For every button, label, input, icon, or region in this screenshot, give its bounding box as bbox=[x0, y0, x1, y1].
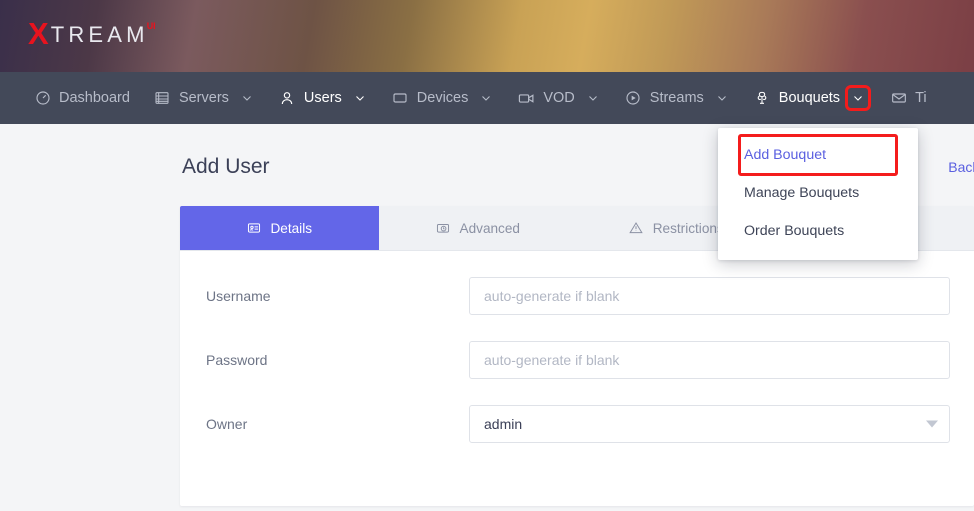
password-input[interactable] bbox=[469, 341, 950, 379]
bouquets-dropdown-menu: Add Bouquet Manage Bouquets Order Bouque… bbox=[718, 128, 918, 260]
tab-advanced[interactable]: Advanced bbox=[378, 206, 577, 250]
form-row-username: Username bbox=[204, 277, 950, 315]
chevron-down-icon-bouquets[interactable] bbox=[845, 85, 872, 111]
field-password bbox=[469, 341, 950, 379]
page-title: Add User bbox=[182, 155, 270, 178]
menu-item-manage-bouquets[interactable]: Manage Bouquets bbox=[718, 174, 918, 212]
form-row-password: Password bbox=[204, 341, 950, 379]
xtream-logo[interactable]: X TREAM UI bbox=[28, 18, 156, 49]
device-icon bbox=[392, 90, 409, 107]
envelope-icon bbox=[890, 90, 907, 107]
tab-label-advanced: Advanced bbox=[459, 220, 520, 236]
label-owner-text: Owner bbox=[206, 416, 248, 432]
field-username bbox=[469, 277, 950, 315]
label-username: Username bbox=[206, 288, 271, 304]
nav-label-streams: Streams bbox=[649, 90, 704, 106]
username-input[interactable] bbox=[469, 277, 950, 315]
form-row-owner: Owner admin bbox=[204, 405, 950, 443]
nav-item-tickets[interactable]: Ti bbox=[878, 72, 939, 124]
owner-select-value: admin bbox=[484, 416, 523, 432]
logo-wordmark: TREAM bbox=[50, 22, 149, 47]
nav-label-servers: Servers bbox=[178, 90, 229, 106]
menu-item-order-bouquets[interactable]: Order Bouquets bbox=[718, 212, 918, 250]
back-to-users-link[interactable]: Back to Us bbox=[948, 159, 974, 175]
video-icon bbox=[518, 90, 535, 107]
main-navbar: Dashboard Servers Users Devices VOD Stre… bbox=[0, 72, 974, 133]
tab-label-restrictions: Restrictions bbox=[652, 220, 724, 236]
field-owner: admin bbox=[469, 405, 950, 443]
camera-timer-icon bbox=[436, 221, 451, 236]
user-icon bbox=[279, 90, 296, 107]
label-password: Password bbox=[206, 352, 268, 368]
warning-triangle-icon bbox=[629, 221, 644, 236]
user-form: Username Password Owner bbox=[180, 251, 974, 479]
menu-item-add-bouquet[interactable]: Add Bouquet bbox=[738, 134, 898, 176]
owner-select[interactable]: admin bbox=[469, 405, 950, 443]
play-circle-icon bbox=[625, 90, 642, 107]
nav-item-devices[interactable]: Devices bbox=[380, 72, 507, 124]
nav-label-users: Users bbox=[303, 90, 342, 106]
nav-item-servers[interactable]: Servers bbox=[142, 72, 267, 124]
tab-details[interactable]: Details bbox=[180, 206, 379, 250]
chevron-down-icon-servers[interactable] bbox=[239, 90, 255, 106]
chevron-down-icon-users[interactable] bbox=[352, 90, 368, 106]
chevron-down-icon-devices[interactable] bbox=[478, 90, 494, 106]
server-icon bbox=[154, 90, 171, 107]
nav-label-bouquets: Bouquets bbox=[778, 90, 841, 106]
chevron-down-icon-streams[interactable] bbox=[714, 90, 730, 106]
nav-item-dashboard[interactable]: Dashboard bbox=[22, 72, 142, 124]
nav-label-vod: VOD bbox=[543, 90, 575, 106]
brand-header: X TREAM UI bbox=[0, 0, 974, 72]
nav-item-vod[interactable]: VOD bbox=[506, 72, 612, 124]
tab-label-details: Details bbox=[270, 220, 313, 236]
id-card-icon bbox=[246, 221, 261, 236]
nav-label-tickets: Ti bbox=[915, 90, 927, 106]
nav-label-dashboard: Dashboard bbox=[59, 90, 130, 106]
flower-icon bbox=[754, 90, 771, 107]
chevron-down-icon-vod[interactable] bbox=[585, 90, 601, 106]
label-owner: Owner bbox=[204, 416, 469, 432]
gauge-icon bbox=[34, 90, 51, 107]
logo-superscript: UI bbox=[146, 21, 156, 31]
nav-item-users[interactable]: Users bbox=[267, 72, 380, 133]
nav-label-devices: Devices bbox=[416, 90, 469, 106]
nav-item-streams[interactable]: Streams bbox=[613, 72, 742, 124]
logo-x-mark: X bbox=[28, 16, 49, 51]
nav-item-bouquets[interactable]: Bouquets bbox=[742, 72, 878, 124]
